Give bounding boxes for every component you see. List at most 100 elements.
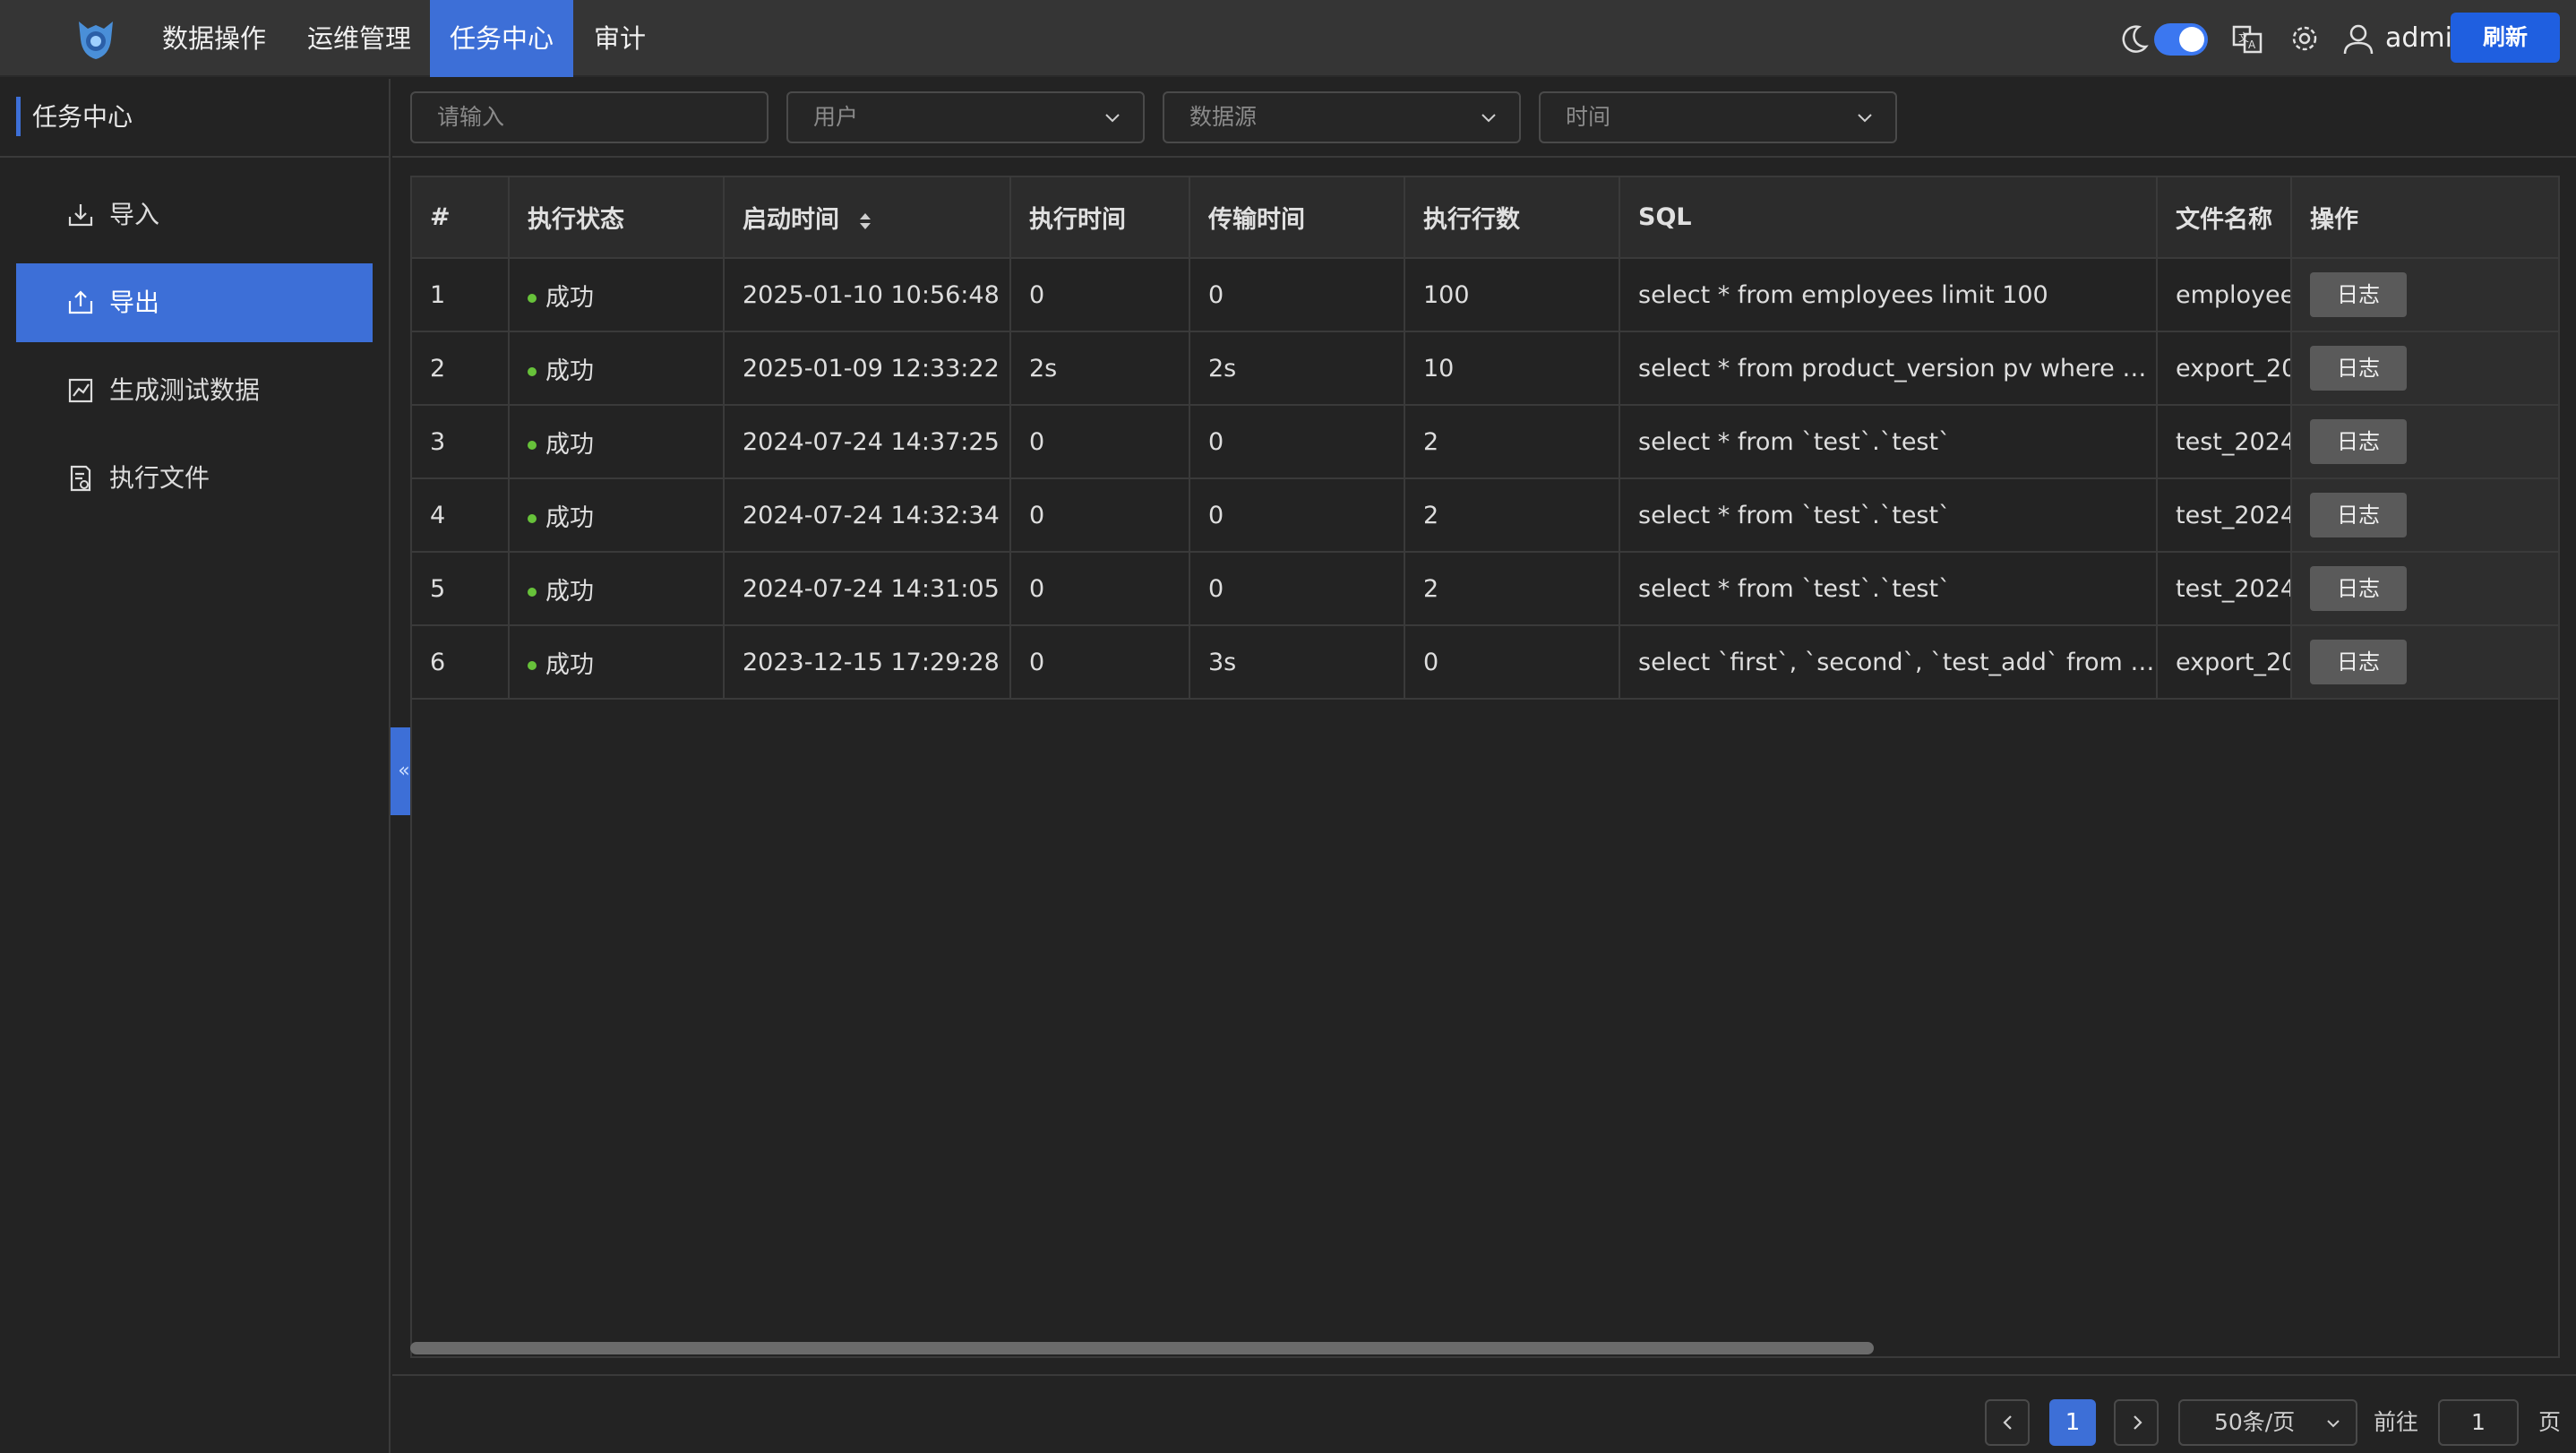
cell-sql: select * from `test`.`test` <box>1619 405 2158 479</box>
sidebar-item-execute-file[interactable]: 执行文件 <box>16 439 373 518</box>
cell-actions: 日志 <box>2291 625 2558 700</box>
success-dot-icon <box>528 294 537 303</box>
cell-row-count: 100 <box>1404 258 1620 332</box>
export-icon <box>68 290 93 314</box>
moon-icon <box>2122 25 2149 53</box>
log-button[interactable]: 日志 <box>2310 640 2407 684</box>
cell-status: 成功 <box>509 258 725 332</box>
cell-sql: select * from employees limit 100 <box>1619 258 2158 332</box>
nav-task-center[interactable]: 任务中心 <box>430 0 573 77</box>
column-header-exec-time: 执行时间 <box>1010 177 1190 259</box>
log-button[interactable]: 日志 <box>2310 566 2407 611</box>
time-select-placeholder: 时间 <box>1566 104 1611 130</box>
cell-sql: select `first`, `second`, `test_add` fro… <box>1619 625 2158 700</box>
user-select[interactable]: 用户 <box>786 91 1145 143</box>
cell-exec-time: 0 <box>1010 405 1190 479</box>
cell-row-count: 0 <box>1404 625 1620 700</box>
cell-file-name: test_20240 <box>2157 552 2292 626</box>
sidebar-item-export[interactable]: 导出 <box>16 263 373 342</box>
translate-icon[interactable]: 文 A <box>2228 20 2266 57</box>
success-dot-icon <box>528 441 537 450</box>
user-select-placeholder: 用户 <box>813 104 859 130</box>
cell-index: 2 <box>412 331 510 406</box>
cell-actions: 日志 <box>2291 331 2558 406</box>
sidebar-item-import[interactable]: 导入 <box>16 176 373 254</box>
cell-status: 成功 <box>509 625 725 700</box>
log-button[interactable]: 日志 <box>2310 419 2407 464</box>
status-text: 成功 <box>545 430 594 459</box>
task-table: # 执行状态 启动时间 执行时间 传输时间 执行行数 SQL 文件名称 操作 1 <box>412 177 2558 700</box>
column-header-file-name: 文件名称 <box>2157 177 2292 259</box>
chevron-down-icon <box>1105 114 1120 123</box>
cell-status: 成功 <box>509 405 725 479</box>
sidebar-title: 任务中心 <box>32 102 133 132</box>
success-dot-icon <box>528 367 537 376</box>
time-select[interactable]: 时间 <box>1539 91 1897 143</box>
datasource-select-placeholder: 数据源 <box>1189 104 1258 130</box>
log-button[interactable]: 日志 <box>2310 272 2407 317</box>
log-button[interactable]: 日志 <box>2310 346 2407 391</box>
status-text: 成功 <box>545 503 594 532</box>
success-dot-icon <box>528 514 537 523</box>
cell-file-name: employees_ <box>2157 258 2292 332</box>
gear-icon[interactable] <box>2286 20 2323 57</box>
datasource-select[interactable]: 数据源 <box>1163 91 1521 143</box>
file-icon <box>70 465 91 492</box>
app-logo-icon[interactable] <box>75 16 116 63</box>
sidebar-header-accent <box>16 97 21 136</box>
success-dot-icon <box>528 588 537 597</box>
cell-exec-time: 2s <box>1010 331 1190 406</box>
cell-sql: select * from `test`.`test` <box>1619 552 2158 626</box>
refresh-button[interactable]: 刷新 <box>2451 13 2560 63</box>
cell-sql: select * from `test`.`test` <box>1619 478 2158 553</box>
prev-page-button[interactable] <box>1985 1399 2030 1446</box>
cell-exec-time: 0 <box>1010 625 1190 700</box>
table-body: 1 成功 2025-01-10 10:56:48 0 0 100 select … <box>412 258 2558 700</box>
user-avatar-icon[interactable] <box>2340 20 2377 57</box>
dark-mode-toggle[interactable] <box>2154 23 2208 56</box>
nav-data-operations[interactable]: 数据操作 <box>150 0 278 77</box>
cell-exec-time: 0 <box>1010 258 1190 332</box>
cell-actions: 日志 <box>2291 478 2558 553</box>
page-suffix-label: 页 <box>2538 1409 2562 1435</box>
sidebar-header: 任务中心 <box>0 79 389 158</box>
chart-icon <box>68 378 93 403</box>
cell-start-time: 2024-07-24 14:31:05 <box>724 552 1011 626</box>
search-input[interactable]: 请输入 <box>410 91 769 143</box>
svg-text:A: A <box>2248 39 2256 51</box>
nav-audit[interactable]: 审计 <box>584 0 656 77</box>
cell-index: 4 <box>412 478 510 553</box>
cell-file-name: export_202 <box>2157 625 2292 700</box>
cell-start-time: 2023-12-15 17:29:28 <box>724 625 1011 700</box>
chevron-down-icon <box>1858 114 1872 123</box>
cell-index: 3 <box>412 405 510 479</box>
page-size-select[interactable]: 50条/页 <box>2178 1399 2357 1446</box>
table-row: 5 成功 2024-07-24 14:31:05 0 0 2 select * … <box>412 552 2558 626</box>
log-button[interactable]: 日志 <box>2310 493 2407 537</box>
sidebar-item-label: 生成测试数据 <box>109 375 261 405</box>
cell-row-count: 2 <box>1404 552 1620 626</box>
nav-ops-management[interactable]: 运维管理 <box>296 0 423 77</box>
goto-page-input[interactable]: 1 <box>2438 1399 2519 1446</box>
cell-file-name: test_20240 <box>2157 478 2292 553</box>
cell-file-name: test_20240 <box>2157 405 2292 479</box>
sort-icon[interactable] <box>856 210 874 233</box>
chevron-right-icon <box>2134 1415 2142 1430</box>
cell-index: 1 <box>412 258 510 332</box>
cell-start-time: 2024-07-24 14:37:25 <box>724 405 1011 479</box>
next-page-button[interactable] <box>2114 1399 2159 1446</box>
chevron-left-icon <box>2003 1415 2012 1430</box>
horizontal-scrollbar[interactable] <box>410 1342 1874 1354</box>
column-header-label: 启动时间 <box>743 206 839 234</box>
column-header-start-time[interactable]: 启动时间 <box>724 177 1011 259</box>
cell-actions: 日志 <box>2291 405 2558 479</box>
page-number-current[interactable]: 1 <box>2049 1399 2096 1446</box>
sidebar-item-generate-test-data[interactable]: 生成测试数据 <box>16 351 373 430</box>
toggle-knob <box>2179 27 2204 52</box>
column-header-index: # <box>412 177 510 259</box>
cell-transfer-time: 0 <box>1189 258 1405 332</box>
sidebar-item-label: 导出 <box>109 288 160 317</box>
table-row: 2 成功 2025-01-09 12:33:22 2s 2s 10 select… <box>412 331 2558 406</box>
table-row: 4 成功 2024-07-24 14:32:34 0 0 2 select * … <box>412 478 2558 553</box>
cell-transfer-time: 2s <box>1189 331 1405 406</box>
